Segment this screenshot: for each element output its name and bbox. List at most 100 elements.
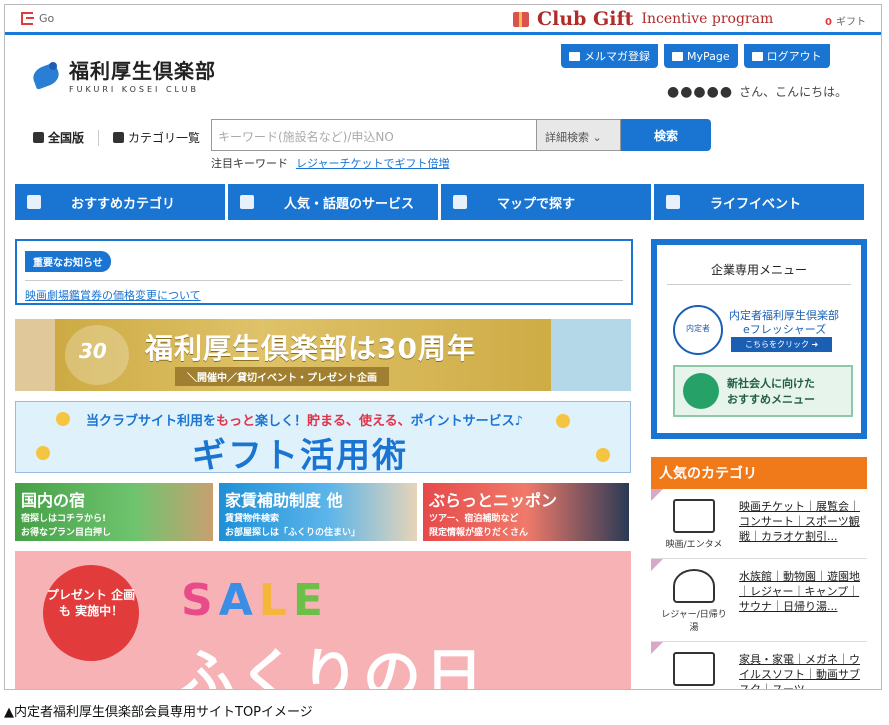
- nav-map[interactable]: マップで探す: [441, 184, 651, 220]
- burat-nippon-banner[interactable]: ぶらっとニッポン ツアー、宿泊補助など 限定情報が盛りだくさん: [423, 483, 629, 541]
- gift-guide-banner[interactable]: 当クラブサイト利用をもっと楽しく！貯まる、使える、ポイントサービス♪ ギフト活用…: [15, 401, 631, 473]
- category-item[interactable]: 映画/エンタメ 映画チケット｜展覧会｜コンサート｜スポーツ観戦｜カラオケ割引..…: [651, 489, 867, 559]
- gift-count: 0: [825, 17, 832, 28]
- mypage-label: MyPage: [687, 49, 730, 63]
- gift-guide-title: ギフト活用術: [192, 436, 408, 473]
- ef-line2: eフレッシャーズ: [743, 323, 827, 336]
- hot-keyword-link[interactable]: レジャーチケットでギフト倍増: [296, 157, 449, 170]
- banner-sub: お部屋探しは「ふくりの住まい」: [225, 528, 361, 538]
- category-icon-wrap: レジャー/日帰り湯: [659, 569, 729, 633]
- mypage-button[interactable]: MyPage: [664, 44, 738, 68]
- nav-label: 人気・話題のサービス: [284, 196, 415, 212]
- advanced-search-select[interactable]: 詳細検索 ⌄: [537, 119, 621, 151]
- banner-title: 国内の宿: [21, 491, 86, 510]
- category-list-toggle[interactable]: カテゴリ一覧: [113, 129, 200, 146]
- category-item[interactable]: 家具・家電｜メガネ｜ウイルスソフト｜動画サブスク｜スーツ...: [651, 642, 867, 689]
- ef-click-button[interactable]: こちらをクリック ➜: [731, 337, 833, 352]
- anniversary-sub: ＼開催中／貸切イベント・プレゼント企画: [175, 367, 389, 386]
- category-icon-wrap: 映画/エンタメ: [659, 499, 729, 550]
- site-logo[interactable]: 福利厚生倶楽部 FUKURI KOSEI CLUB: [31, 55, 216, 94]
- category-icon-wrap: [659, 652, 729, 689]
- go-label: Go: [39, 12, 55, 25]
- gift-sub-b: もっと: [216, 414, 256, 429]
- club-gift-brand[interactable]: Club Gift Incentive program: [513, 8, 773, 30]
- category-name: レジャー/日帰り湯: [661, 610, 727, 633]
- nav-label: マップで探す: [497, 196, 576, 212]
- banner-photo: [15, 319, 55, 391]
- banner-title: ぶらっとニッポン: [429, 491, 558, 510]
- gift-counter[interactable]: 0 ギフト: [825, 13, 866, 28]
- banner-photo: [551, 319, 631, 391]
- sale-word: SALE: [181, 575, 329, 626]
- greeting: ●●●●● さん、こんにちは。: [667, 83, 847, 100]
- newsletter-label: メルマガ登録: [584, 50, 650, 63]
- category-links[interactable]: 家具・家電｜メガネ｜ウイルスソフト｜動画サブスク｜スーツ...: [739, 652, 867, 689]
- sale-banner[interactable]: プレゼント 企画も 実施中！ SALE ふくりの日: [15, 551, 631, 690]
- hot-keyword-label: 注目キーワード: [211, 157, 288, 170]
- chevron-down-icon: [33, 132, 44, 143]
- main-nav: おすすめカテゴリ 人気・話題のサービス マップで探す ライフイベント: [15, 184, 864, 220]
- rent-subsidy-banner[interactable]: 家賃補助制度 他 賃貸物件検索 お部屋探しは「ふくりの住まい」: [219, 483, 417, 541]
- coin-icon: [596, 448, 610, 462]
- category-links[interactable]: 映画チケット｜展覧会｜コンサート｜スポーツ観戦｜カラオケ割引...: [739, 499, 867, 550]
- coin-icon: [36, 446, 50, 460]
- star-icon: [240, 195, 254, 209]
- popular-categories: 人気のカテゴリ 映画/エンタメ 映画チケット｜展覧会｜コンサート｜スポーツ観戦｜…: [651, 457, 867, 689]
- top-bar: Go Club Gift Incentive program 0 ギフト: [5, 5, 881, 35]
- logout-button[interactable]: ログアウト: [743, 44, 830, 68]
- banner-title: 家賃補助制度 他: [225, 491, 343, 510]
- nav-popular[interactable]: 人気・話題のサービス: [228, 184, 438, 220]
- e-freshers-link[interactable]: 内定者 内定者福利厚生倶楽部 eフレッシャーズ こちらをクリック ➜: [673, 305, 851, 355]
- sale-letter: E: [292, 575, 329, 626]
- sale-letter: S: [181, 575, 219, 626]
- national-edition-toggle[interactable]: 全国版: [33, 129, 84, 146]
- sale-title: ふくりの日: [177, 642, 488, 690]
- emblem-icon: 内定者: [673, 305, 723, 355]
- scope-selector: 全国版 カテゴリ一覧: [33, 129, 200, 146]
- search-button[interactable]: 検索: [621, 119, 711, 151]
- tv-icon: [673, 499, 715, 533]
- notice-tag: 重要なお知らせ: [25, 251, 111, 272]
- gift-sub-a: 当クラブサイト利用を: [86, 414, 217, 429]
- newsletter-button[interactable]: メルマガ登録: [561, 44, 658, 68]
- category-item[interactable]: レジャー/日帰り湯 水族館｜動物園｜遊園地｜レジャー｜キャンプ｜サウナ｜日帰り湯…: [651, 559, 867, 642]
- gift-sub-c: 楽しく！: [255, 414, 308, 429]
- gift-box-icon: [513, 11, 529, 27]
- popular-title: 人気のカテゴリ: [651, 457, 867, 489]
- search-bar: キーワード(施設名など)/申込NO 詳細検索 ⌄ 検索: [211, 119, 711, 151]
- banner-sub: 限定情報が盛りだくさん: [429, 528, 529, 538]
- gift-sub-d: 貯まる、使える、: [307, 414, 411, 429]
- account-buttons: メルマガ登録 MyPage ログアウト: [561, 44, 830, 68]
- domestic-inn-banner[interactable]: 国内の宿 宿探しはコチラから! お得なプラン目白押し: [15, 483, 213, 541]
- go-link[interactable]: Go: [21, 12, 54, 25]
- coin-icon: [56, 412, 70, 426]
- category-links[interactable]: 水族館｜動物園｜遊園地｜レジャー｜キャンプ｜サウナ｜日帰り湯...: [739, 569, 867, 633]
- mail-icon: [569, 51, 580, 61]
- logo-sub: FUKURI KOSEI CLUB: [69, 85, 199, 94]
- notice-link[interactable]: 映画劇場鑑賞券の価格変更について: [25, 280, 623, 303]
- search-input[interactable]: キーワード(施設名など)/申込NO: [211, 119, 537, 151]
- brand-name: Club Gift: [537, 8, 634, 30]
- greeting-text: さん、こんにちは。: [739, 85, 848, 99]
- logo-mark-icon: [31, 58, 65, 92]
- nav-life-event[interactable]: ライフイベント: [654, 184, 864, 220]
- banner-sub: 賃貸物件検索: [225, 514, 280, 524]
- new-employee-menu-link[interactable]: 新社会人に向けた おすすめメニュー: [673, 365, 853, 417]
- divider: [98, 129, 100, 146]
- brand-sub: Incentive program: [641, 11, 774, 27]
- coin-icon: [556, 414, 570, 428]
- nav-recommended[interactable]: おすすめカテゴリ: [15, 184, 225, 220]
- lock-icon: [751, 51, 763, 61]
- gift-guide-sub: 当クラブサイト利用をもっと楽しく！貯まる、使える、ポイントサービス♪: [86, 410, 523, 429]
- nav-label: ライフイベント: [710, 196, 802, 212]
- sale-letter: L: [258, 575, 293, 626]
- national-label: 全国版: [48, 131, 85, 145]
- thumbs-up-icon: [683, 373, 719, 409]
- feature-banners: 国内の宿 宿探しはコチラから! お得なプラン目白押し 家賃補助制度 他 賃貸物件…: [15, 483, 629, 541]
- anniversary-banner[interactable]: 30 福利厚生倶楽部は30周年 ＼開催中／貸切イベント・プレゼント企画: [15, 319, 631, 391]
- logout-label: ログアウト: [766, 50, 822, 63]
- banner-sub: お得なプラン目白押し: [21, 528, 112, 538]
- hot-spring-icon: [673, 569, 715, 603]
- category-label: カテゴリ一覧: [128, 131, 201, 145]
- map-pin-icon: [453, 195, 467, 209]
